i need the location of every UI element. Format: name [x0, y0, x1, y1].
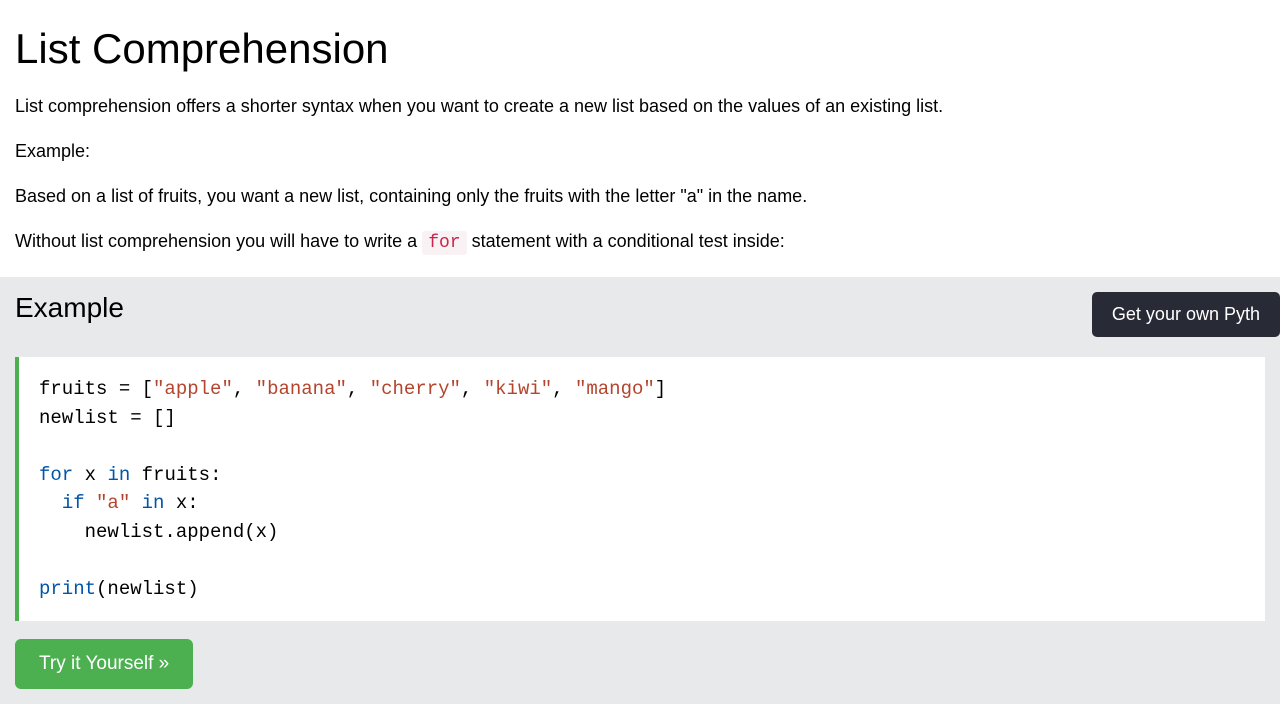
example-section: Example Get your own Pyth fruits = ["app… [0, 277, 1280, 704]
code-string: "banana" [256, 378, 347, 400]
code-text: x: [164, 492, 198, 514]
code-text: x [73, 464, 107, 486]
example-heading: Example [15, 292, 124, 324]
code-text: , [347, 378, 370, 400]
without-text: Without list comprehension you will have… [15, 228, 1265, 257]
code-text: fruits: [130, 464, 221, 486]
code-keyword: in [142, 492, 165, 514]
without-pre: Without list comprehension you will have… [15, 231, 422, 251]
code-function: print [39, 578, 96, 600]
for-keyword-inline: for [422, 231, 466, 255]
code-text: newlist.append(x) [39, 521, 278, 543]
code-string: "cherry" [370, 378, 461, 400]
code-text: (newlist) [96, 578, 199, 600]
code-text: , [233, 378, 256, 400]
page-heading: List Comprehension [15, 25, 1265, 73]
example-label: Example: [15, 138, 1265, 165]
code-keyword: if [62, 492, 85, 514]
scenario-text: Based on a list of fruits, you want a ne… [15, 183, 1265, 210]
code-string: "mango" [575, 378, 655, 400]
code-text [85, 492, 96, 514]
code-string: "apple" [153, 378, 233, 400]
without-post: statement with a conditional test inside… [467, 231, 785, 251]
code-block: fruits = ["apple", "banana", "cherry", "… [15, 357, 1265, 621]
code-text: , [552, 378, 575, 400]
code-text: fruits = [ [39, 378, 153, 400]
try-it-yourself-button[interactable]: Try it Yourself » [15, 639, 193, 689]
code-text [39, 492, 62, 514]
code-text: , [461, 378, 484, 400]
code-text: newlist = [] [39, 407, 176, 429]
code-string: "kiwi" [484, 378, 552, 400]
code-string: "a" [96, 492, 130, 514]
intro-text: List comprehension offers a shorter synt… [15, 93, 1265, 120]
code-keyword: in [107, 464, 130, 486]
get-server-button[interactable]: Get your own Pyth [1092, 292, 1280, 337]
code-text [130, 492, 141, 514]
code-text: ] [655, 378, 666, 400]
code-keyword: for [39, 464, 73, 486]
